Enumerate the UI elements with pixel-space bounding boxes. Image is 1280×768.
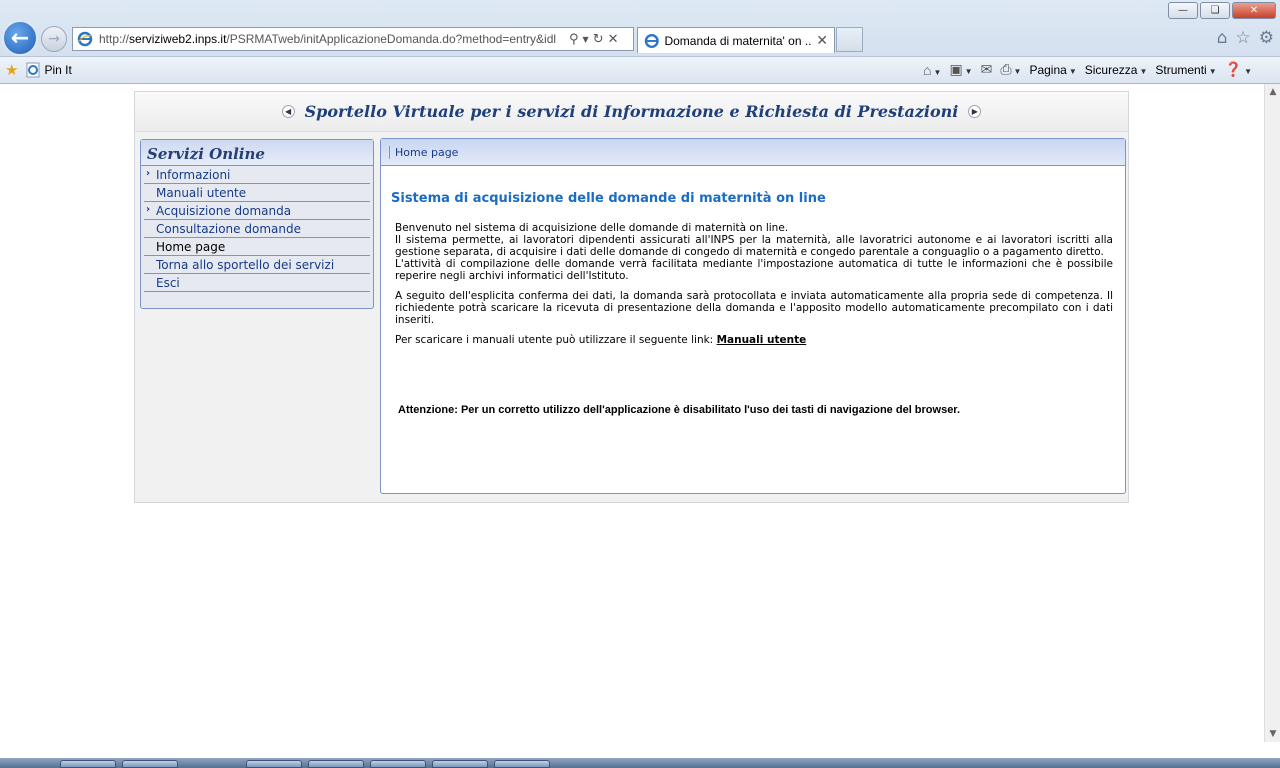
- new-tab-button[interactable]: [836, 27, 863, 52]
- menu-sicurezza[interactable]: Sicurezza ▼: [1085, 63, 1148, 77]
- scroll-up-icon[interactable]: ▲: [1265, 84, 1280, 100]
- sidebar-item-home-page[interactable]: Home page: [144, 238, 370, 256]
- url-text[interactable]: http://serviziweb2.inps.it/PSRMATweb/ini…: [99, 32, 567, 46]
- gear-icon[interactable]: ⚙: [1259, 28, 1274, 48]
- mail-icon[interactable]: ✉: [981, 61, 993, 78]
- taskbar: [0, 758, 1280, 768]
- sidebar-item-label: Esci: [156, 275, 180, 290]
- sidebar-item-consultazione-domande[interactable]: Consultazione domande: [144, 220, 370, 238]
- download-paragraph: Per scaricare i manuali utente può utili…: [395, 334, 1113, 346]
- taskbar-button[interactable]: [246, 760, 302, 768]
- chevron-right-icon: ›: [146, 204, 151, 215]
- page-viewport: ◀ Sportello Virtuale per i servizi di In…: [0, 84, 1264, 742]
- sidebar-item-acquisizione-domanda[interactable]: › Acquisizione domanda: [144, 202, 370, 220]
- sidebar-item-label: Acquisizione domanda: [156, 203, 292, 218]
- menu-pagina[interactable]: Pagina ▼: [1029, 63, 1076, 77]
- breadcrumb-home[interactable]: Home page: [389, 145, 458, 159]
- sidebar-item-esci[interactable]: Esci: [144, 274, 370, 292]
- portal-frame: ◀ Sportello Virtuale per i servizi di In…: [134, 91, 1129, 503]
- pin-page-icon: [26, 62, 40, 78]
- ie-tab-icon: [644, 33, 659, 48]
- ie-icon: [77, 31, 93, 47]
- home-icon[interactable]: ⌂: [1217, 28, 1228, 48]
- back-button[interactable]: ←: [2, 20, 38, 56]
- download-text: Per scaricare i manuali utente può utili…: [395, 334, 714, 346]
- manuali-utente-link[interactable]: Manuali utente: [717, 334, 807, 346]
- banner-right-arrow-icon[interactable]: ▶: [968, 105, 982, 118]
- chevron-down-icon[interactable]: ▼: [583, 35, 589, 44]
- sidebar-item-manuali-utente[interactable]: Manuali utente: [144, 184, 370, 202]
- refresh-icon[interactable]: ↻: [593, 32, 604, 47]
- browser-toolbar-icons: ⌂ ☆ ⚙: [1217, 28, 1274, 48]
- sidebar-title: Servizi Online: [141, 140, 373, 166]
- forward-button[interactable]: →: [41, 26, 67, 52]
- banner-left-arrow-icon[interactable]: ◀: [281, 105, 295, 118]
- taskbar-button[interactable]: [60, 760, 116, 768]
- restore-button[interactable]: ❏: [1200, 2, 1230, 19]
- confirm-paragraph: A seguito dell'esplicita conferma dei da…: [395, 290, 1113, 326]
- menu-strumenti[interactable]: Strumenti ▼: [1155, 63, 1216, 77]
- intro-line-1: Benvenuto nel sistema di acquisizione de…: [395, 222, 789, 234]
- taskbar-button[interactable]: [308, 760, 364, 768]
- intro-line-3: L'attività di compilazione delle domande…: [395, 258, 1113, 282]
- sidebar-item-label: Informazioni: [156, 167, 231, 182]
- banner: ◀ Sportello Virtuale per i servizi di In…: [135, 92, 1128, 132]
- command-bar: ★ Pin It ⌂ ▼ ▣ ▼ ✉ ⎙ ▼ Pagina ▼ Sicurezza ▼ S…: [0, 56, 1280, 83]
- rss-feed-icon[interactable]: ▣ ▼: [949, 61, 972, 78]
- scroll-down-icon[interactable]: ▼: [1265, 726, 1280, 742]
- browser-chrome: — ❏ ✕ ← → http://serviziweb2.inps.it/PSR…: [0, 0, 1280, 84]
- sidebar-item-torna-sportello[interactable]: Torna allo sportello dei servizi: [144, 256, 370, 274]
- banner-title: Sportello Virtuale per i servizi di Info…: [304, 102, 959, 121]
- taskbar-button[interactable]: [122, 760, 178, 768]
- favorites-icon[interactable]: ★: [5, 61, 18, 79]
- chevron-right-icon: ›: [146, 168, 151, 179]
- stop-icon[interactable]: ✕: [608, 32, 619, 47]
- pin-it-label: Pin It: [44, 63, 72, 77]
- vertical-scrollbar[interactable]: ▲ ▼: [1264, 84, 1280, 742]
- search-icon[interactable]: ⚲: [569, 32, 579, 47]
- sidebar-item-label: Consultazione domande: [156, 221, 301, 236]
- pin-it-button[interactable]: Pin It: [26, 62, 72, 78]
- sidebar-item-label: Home page: [156, 239, 226, 254]
- body-text: Benvenuto nel sistema di acquisizione de…: [395, 222, 1113, 354]
- close-window-button[interactable]: ✕: [1232, 2, 1276, 19]
- sidebar-item-label: Manuali utente: [156, 185, 247, 200]
- tab-active[interactable]: Domanda di maternita' on ... ✕: [637, 27, 835, 53]
- taskbar-button[interactable]: [432, 760, 488, 768]
- close-tab-icon[interactable]: ✕: [816, 33, 828, 49]
- address-bar[interactable]: http://serviziweb2.inps.it/PSRMATweb/ini…: [72, 27, 634, 51]
- help-icon[interactable]: ❓ ▼: [1225, 61, 1252, 78]
- favorites-star-icon[interactable]: ☆: [1236, 28, 1251, 48]
- taskbar-button[interactable]: [494, 760, 550, 768]
- breadcrumb: Home page: [381, 139, 1125, 166]
- intro-paragraph: Benvenuto nel sistema di acquisizione de…: [395, 222, 1113, 282]
- tab-title: Domanda di maternita' on ...: [664, 33, 812, 48]
- sidebar-item-label: Torna allo sportello dei servizi: [156, 257, 335, 272]
- sidebar: Servizi Online › Informazioni Manuali ut…: [140, 139, 374, 309]
- taskbar-button[interactable]: [370, 760, 426, 768]
- page-title: Sistema di acquisizione delle domande di…: [391, 191, 826, 206]
- sidebar-item-informazioni[interactable]: › Informazioni: [144, 166, 370, 184]
- home-page-icon[interactable]: ⌂ ▼: [923, 62, 941, 78]
- window-controls: — ❏ ✕: [1168, 2, 1276, 19]
- minimize-button[interactable]: —: [1168, 2, 1198, 19]
- intro-line-2: Il sistema permette, ai lavoratori dipen…: [395, 234, 1113, 258]
- warning-text: Attenzione: Per un corretto utilizzo del…: [398, 404, 961, 416]
- print-icon[interactable]: ⎙ ▼: [1000, 61, 1021, 78]
- content-panel: Home page Sistema di acquisizione delle …: [380, 138, 1126, 494]
